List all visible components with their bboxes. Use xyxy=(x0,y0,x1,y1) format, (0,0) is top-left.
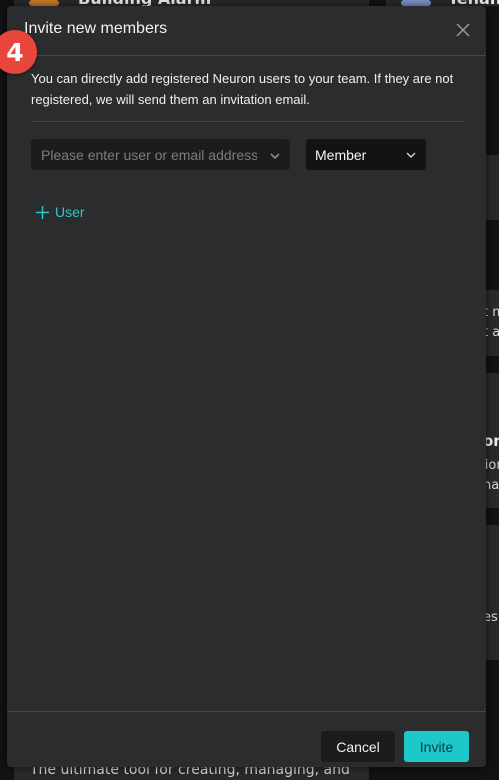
invite-members-modal: Invite new members You can directly add … xyxy=(7,6,486,767)
modal-title: Invite new members xyxy=(24,20,168,37)
chevron-down-icon xyxy=(270,153,280,159)
divider xyxy=(31,121,463,122)
user-email-field[interactable] xyxy=(31,139,290,170)
add-user-label: User xyxy=(55,204,85,220)
close-icon[interactable] xyxy=(455,22,471,38)
background-panel-right-4 xyxy=(486,525,499,660)
modal-description: You can directly add registered Neuron u… xyxy=(31,71,454,107)
modal-header: Invite new members xyxy=(7,6,486,56)
background-panel-right-2 xyxy=(486,290,499,356)
modal-footer: Cancel Invite xyxy=(7,711,486,768)
background-panel-right-1 xyxy=(486,155,499,220)
invite-button[interactable]: Invite xyxy=(404,731,469,762)
plus-icon xyxy=(36,205,49,219)
add-user-button[interactable]: User xyxy=(36,202,85,222)
role-select-value: Member xyxy=(315,147,367,163)
role-select[interactable]: Member xyxy=(306,139,426,170)
cancel-button[interactable]: Cancel xyxy=(321,731,395,762)
user-email-input[interactable] xyxy=(32,140,257,169)
chevron-down-icon xyxy=(406,152,416,158)
